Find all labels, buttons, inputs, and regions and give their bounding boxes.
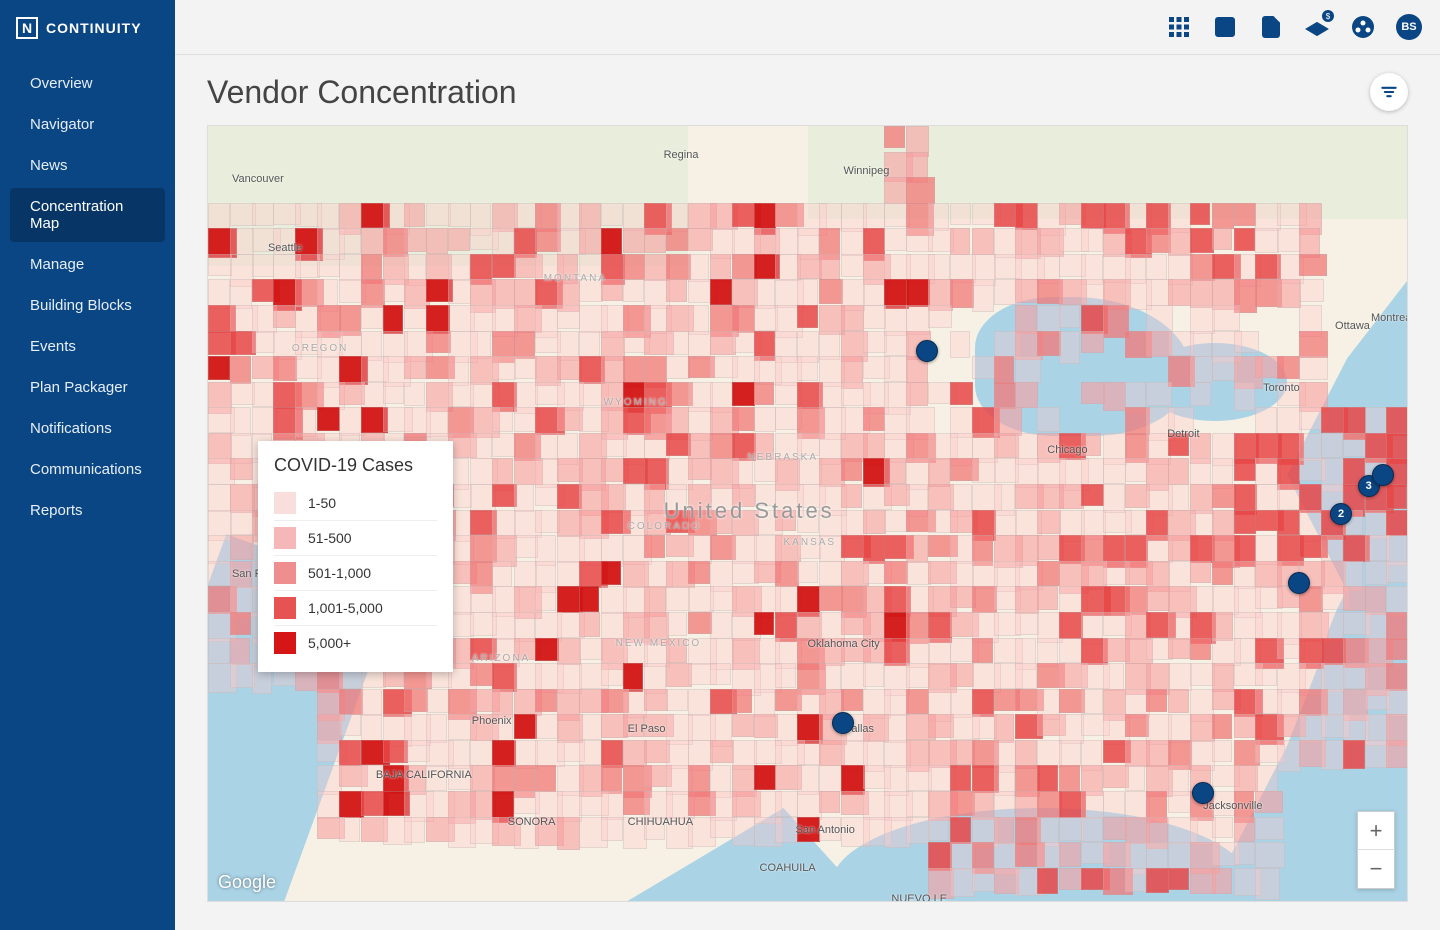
city-label: Seattle — [268, 242, 302, 254]
state-label: MONTANA — [544, 273, 607, 284]
city-label: Oklahoma City — [808, 638, 880, 650]
sidebar-item-navigator[interactable]: Navigator — [10, 106, 165, 143]
sidebar-nav: Overview Navigator News Concentration Map Ma… — [0, 63, 175, 531]
sidebar-item-concentration-map[interactable]: Concentration Map — [10, 188, 165, 242]
legend-panel: COVID-19 Cases 1-50 51-500 501-1,000 1,001-… — [258, 441, 453, 672]
legend-label: 1-50 — [308, 495, 336, 511]
filter-button[interactable] — [1370, 73, 1408, 111]
page-title: Vendor Concentration — [207, 74, 517, 111]
map-attribution: Google — [218, 872, 276, 893]
city-label: Winnipeg — [843, 165, 889, 177]
city-label: Montreal — [1371, 312, 1408, 324]
legend-swatch — [274, 492, 296, 514]
sidebar-item-news[interactable]: News — [10, 147, 165, 184]
legend-row: 501-1,000 — [274, 556, 437, 591]
zoom-in-button[interactable]: + — [1358, 812, 1394, 850]
zoom-controls: + − — [1357, 811, 1395, 889]
offer-icon[interactable]: $ — [1304, 14, 1330, 40]
map-container: United States VancouverSeattleReginaWinn… — [175, 125, 1408, 902]
people-icon[interactable] — [1350, 14, 1376, 40]
legend-label: 51-500 — [308, 530, 352, 546]
vendor-marker[interactable]: 2 — [1330, 503, 1352, 525]
city-label: COAHUILA — [760, 862, 816, 874]
legend-label: 501-1,000 — [308, 565, 371, 581]
avatar[interactable]: BS — [1396, 14, 1422, 40]
logo-icon: N — [16, 17, 38, 39]
city-label: San Antonio — [796, 824, 855, 836]
state-label: COLORADO — [628, 521, 701, 532]
legend-swatch — [274, 632, 296, 654]
document-icon[interactable] — [1258, 14, 1284, 40]
city-label: Chicago — [1047, 444, 1087, 456]
sidebar-item-plan-packager[interactable]: Plan Packager — [10, 369, 165, 406]
state-label: NEBRASKA — [748, 452, 818, 463]
legend-label: 1,001-5,000 — [308, 600, 383, 616]
state-label: OREGON — [292, 343, 348, 354]
header-row: Vendor Concentration — [175, 55, 1440, 121]
state-label: WYOMING — [604, 397, 668, 408]
city-label: CHIHUAHUA — [628, 816, 693, 828]
sidebar: N CONTINUITY Overview Navigator News Concen… — [0, 0, 175, 930]
city-label: BAJA CALIFORNIA — [376, 769, 472, 781]
city-label: Regina — [664, 149, 699, 161]
state-label: NEW MEXICO — [616, 638, 702, 649]
city-label: Toronto — [1263, 382, 1300, 394]
legend-title: COVID-19 Cases — [274, 455, 437, 476]
legend-swatch — [274, 527, 296, 549]
vendor-marker[interactable] — [832, 712, 854, 734]
legend-row: 1-50 — [274, 486, 437, 521]
sidebar-item-overview[interactable]: Overview — [10, 65, 165, 102]
city-label: Detroit — [1167, 428, 1199, 440]
state-label: ARIZONA — [472, 653, 530, 664]
city-label: Phoenix — [472, 715, 512, 727]
sidebar-item-events[interactable]: Events — [10, 328, 165, 365]
sidebar-item-notifications[interactable]: Notifications — [10, 410, 165, 447]
map[interactable]: United States VancouverSeattleReginaWinn… — [207, 125, 1408, 902]
legend-row: 1,001-5,000 — [274, 591, 437, 626]
legend-row: 51-500 — [274, 521, 437, 556]
brand-text: CONTINUITY — [46, 20, 142, 36]
sidebar-item-communications[interactable]: Communications — [10, 451, 165, 488]
main-content: $ BS Vendor Concentration — [175, 0, 1440, 930]
vendor-marker[interactable] — [1192, 782, 1214, 804]
legend-row: 5,000+ — [274, 626, 437, 660]
city-label: SONORA — [508, 816, 556, 828]
state-label: KANSAS — [784, 537, 837, 548]
city-label: El Paso — [628, 723, 666, 735]
brand: N CONTINUITY — [0, 0, 175, 55]
legend-swatch — [274, 597, 296, 619]
zoom-out-button[interactable]: − — [1358, 850, 1394, 888]
sidebar-item-building-blocks[interactable]: Building Blocks — [10, 287, 165, 324]
sidebar-item-manage[interactable]: Manage — [10, 246, 165, 283]
vendor-marker[interactable] — [1288, 572, 1310, 594]
city-label: Ottawa — [1335, 320, 1370, 332]
city-label: Jacksonville — [1203, 800, 1262, 812]
topbar: $ BS — [175, 0, 1440, 55]
vendor-marker[interactable] — [916, 340, 938, 362]
apps-icon[interactable] — [1166, 14, 1192, 40]
svg-text:$: $ — [1326, 12, 1331, 21]
analytics-icon[interactable] — [1212, 14, 1238, 40]
legend-swatch — [274, 562, 296, 584]
legend-label: 5,000+ — [308, 635, 351, 651]
vendor-marker[interactable] — [1372, 464, 1394, 486]
sidebar-item-reports[interactable]: Reports — [10, 492, 165, 529]
city-label: NUEVO LE — [891, 893, 947, 902]
city-label: Vancouver — [232, 173, 284, 185]
